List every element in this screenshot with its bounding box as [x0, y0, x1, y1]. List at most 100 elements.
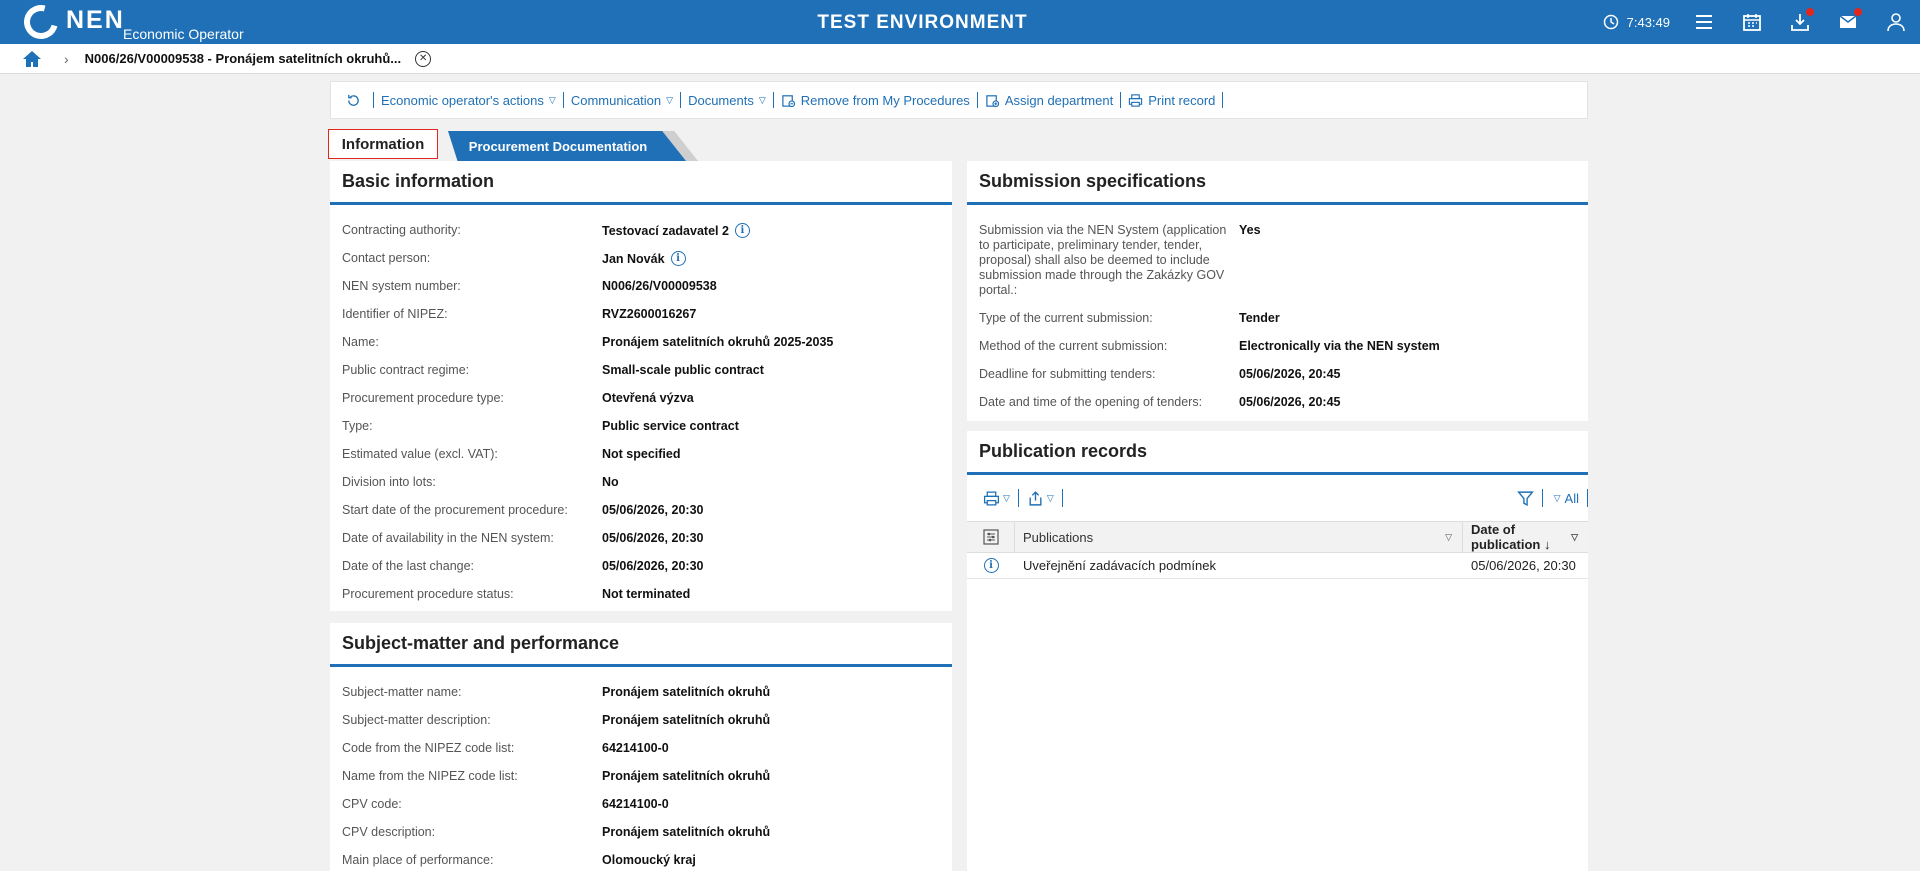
- calendar-button[interactable]: [1728, 0, 1776, 44]
- info-value: Pronájem satelitních okruhů 2025-2035: [602, 335, 833, 349]
- column-date-of-publication[interactable]: Date of publication ↓ ▽: [1463, 522, 1588, 552]
- info-value: 05/06/2026, 20:45: [1239, 367, 1340, 381]
- communication-menu[interactable]: Communication ▽: [564, 92, 682, 108]
- info-label: Procurement procedure status:: [342, 587, 514, 601]
- info-value: 64214100-0: [602, 797, 669, 811]
- remove-from-my-procedures-button[interactable]: Remove from My Procedures: [774, 92, 978, 108]
- info-value-text: Jan Novák: [602, 251, 665, 266]
- info-value-text: Pronájem satelitních okruhů: [602, 713, 771, 727]
- info-label: Type of the current submission:: [979, 311, 1153, 325]
- session-clock[interactable]: 7:43:49: [1603, 14, 1670, 30]
- column-date-label: Date of publication ↓: [1471, 522, 1571, 552]
- info-value: N006/26/V00009538: [602, 279, 717, 293]
- info-value: 05/06/2026, 20:30: [602, 531, 703, 545]
- user-button[interactable]: [1872, 0, 1920, 44]
- notification-dot: [1854, 8, 1862, 16]
- top-bar: NEN Economic Operator TEST ENVIRONMENT 7…: [0, 0, 1920, 46]
- info-value: Electronically via the NEN system: [1239, 339, 1440, 353]
- info-label: Method of the current submission:: [979, 339, 1168, 353]
- messages-button[interactable]: [1824, 0, 1872, 44]
- info-value: Olomoucký kraj: [602, 853, 696, 867]
- menu-button[interactable]: [1680, 0, 1728, 44]
- info-label: Name:: [342, 335, 379, 349]
- filter-all-label: All: [1564, 490, 1579, 506]
- print-menu-button[interactable]: ▽: [975, 489, 1019, 507]
- environment-title: TEST ENVIRONMENT: [817, 12, 1028, 33]
- assign-label: Assign department: [1004, 92, 1114, 108]
- tab-information[interactable]: Information: [328, 129, 438, 159]
- info-label: Main place of performance:: [342, 853, 494, 867]
- info-row: Deadline for submitting tenders: 05/06/20…: [979, 361, 1576, 389]
- downloads-button[interactable]: [1776, 0, 1824, 44]
- close-icon[interactable]: ✕: [415, 50, 432, 67]
- info-value-text: 05/06/2026, 20:30: [602, 503, 704, 517]
- export-menu-button[interactable]: ▽: [1019, 489, 1063, 507]
- info-label: Deadline for submitting tenders:: [979, 367, 1156, 381]
- column-publications[interactable]: Publications ▽: [1015, 522, 1463, 552]
- info-value-text: 05/06/2026, 20:45: [1239, 395, 1341, 409]
- info-label: Date of availability in the NEN system:: [342, 531, 554, 545]
- info-value-text: Pronájem satelitních okruhů: [602, 769, 771, 783]
- print-icon: [983, 490, 1000, 506]
- assign-department-button[interactable]: Assign department: [978, 92, 1122, 108]
- publication-toolbar: ▽ ▽ ▽ All: [967, 475, 1588, 521]
- caret-down-icon[interactable]: ▽: [1571, 532, 1578, 543]
- info-row: Method of the current submission: Electro…: [979, 333, 1576, 361]
- info-value-text: N006/26/V00009538: [602, 279, 717, 293]
- eo-actions-menu[interactable]: Economic operator's actions ▽: [374, 92, 564, 108]
- info-value: Yes: [1239, 223, 1261, 237]
- user-icon: [1887, 13, 1905, 32]
- info-value-text: 05/06/2026, 20:30: [602, 531, 704, 545]
- print-label: Print record: [1148, 92, 1216, 108]
- row-info-button[interactable]: i: [967, 558, 1015, 573]
- column-date-text: Date of publication: [1471, 522, 1541, 552]
- info-row: Submission via the NEN System (applicati…: [979, 217, 1576, 305]
- info-row: Type of the current submission: Tender: [979, 305, 1576, 333]
- caret-down-icon[interactable]: ▽: [1445, 532, 1452, 543]
- info-value: Testovací zadavatel 2 i: [602, 223, 750, 238]
- breadcrumb-current[interactable]: N006/26/V00009538 - Pronájem satelitních…: [85, 51, 401, 66]
- info-label: Date and time of the opening of tenders:: [979, 395, 1203, 409]
- refresh-button[interactable]: [339, 92, 374, 108]
- info-row: Procurement procedure status: Not termina…: [342, 581, 940, 609]
- publication-filters: ▽ All: [1509, 489, 1588, 507]
- subject-matter-rows: Subject-matter name: Pronájem satelitních…: [330, 667, 952, 871]
- export-icon: [1029, 490, 1042, 506]
- info-value: Pronájem satelitních okruhů: [602, 769, 770, 783]
- panel-title: Subject-matter and performance: [330, 623, 952, 667]
- remove-icon: [782, 94, 795, 107]
- info-label: Identifier of NIPEZ:: [342, 307, 448, 321]
- info-value: 05/06/2026, 20:30: [602, 559, 703, 573]
- info-icon: i: [983, 558, 999, 573]
- print-record-button[interactable]: Print record: [1121, 92, 1224, 108]
- info-value-text: Otevřená výzva: [602, 391, 694, 405]
- info-row: CPV code: 64214100-0: [342, 791, 940, 819]
- info-value: Not specified: [602, 447, 681, 461]
- info-icon[interactable]: i: [734, 223, 750, 238]
- calendar-icon: [1743, 14, 1761, 31]
- tab-procurement-documentation[interactable]: Procurement Documentation: [448, 131, 698, 161]
- panel-title: Basic information: [330, 161, 952, 205]
- info-value: 05/06/2026, 20:45: [1239, 395, 1340, 409]
- info-row: Date of the last change: 05/06/2026, 20:3…: [342, 553, 940, 581]
- basic-information-panel: Basic information Contracting authority:…: [330, 161, 952, 611]
- documents-menu[interactable]: Documents ▽: [681, 92, 774, 108]
- filter-button[interactable]: [1509, 489, 1543, 507]
- info-row: Identifier of NIPEZ: RVZ2600016267: [342, 301, 940, 329]
- info-row: Contact person: Jan Novák i: [342, 245, 940, 273]
- info-icon[interactable]: i: [670, 251, 686, 266]
- publication-cell[interactable]: Uveřejnění zadávacích podmínek: [1015, 558, 1463, 573]
- info-value: Pronájem satelitních okruhů: [602, 825, 770, 839]
- info-row: CPV description: Pronájem satelitních okr…: [342, 819, 940, 847]
- info-row: Date of availability in the NEN system: 0…: [342, 525, 940, 553]
- caret-down-icon: ▽: [1553, 492, 1561, 503]
- info-label: Procurement procedure type:: [342, 391, 504, 405]
- info-label: Submission via the NEN System (applicati…: [979, 223, 1227, 297]
- communication-label: Communication: [570, 92, 662, 108]
- filter-all-dropdown[interactable]: ▽ All: [1543, 489, 1588, 507]
- info-label: Code from the NIPEZ code list:: [342, 741, 515, 755]
- table-row[interactable]: i Uveřejnění zadávacích podmínek 05/06/202…: [967, 553, 1588, 579]
- date-cell: 05/06/2026, 20:30: [1471, 558, 1576, 573]
- home-icon[interactable]: [22, 49, 42, 69]
- column-settings-button[interactable]: [967, 522, 1015, 552]
